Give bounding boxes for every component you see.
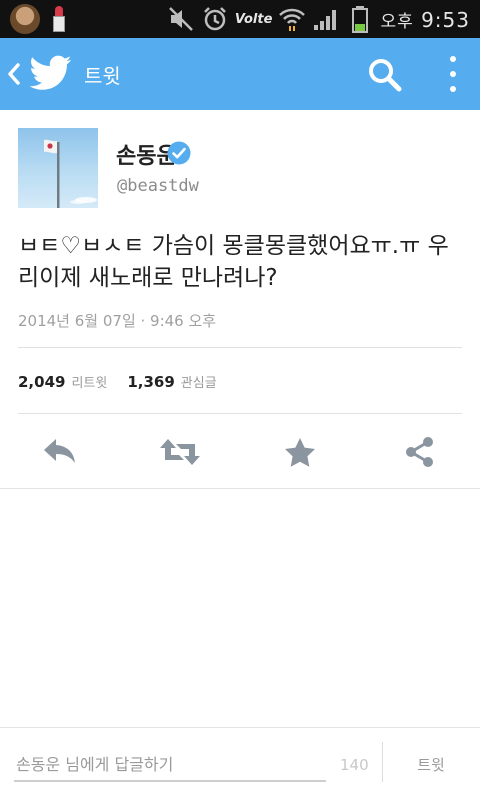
favorite-count[interactable]: 1,369 [127,373,174,391]
volte-indicator: Volte [234,11,273,27]
divider [382,742,383,782]
divider [0,488,480,489]
reply-input[interactable] [14,748,326,782]
author-avatar[interactable] [18,128,98,208]
reply-icon [44,439,75,463]
verified-badge-icon [167,141,191,165]
divider [18,413,462,414]
chevron-left-icon [8,63,20,85]
notification-avatar-icon [10,4,40,34]
battery-icon [346,5,374,33]
status-bar: Volte 오후 9:53 [0,0,480,38]
tweet-actions [0,428,480,476]
flag-photo-icon [44,139,97,208]
favorite-button[interactable] [276,428,324,476]
tweet-timestamp: 2014년 6월 07일 · 9:46 오후 [18,312,217,330]
retweet-button[interactable] [156,428,204,476]
app-bar: 트윗 [0,38,480,110]
retweet-label[interactable]: 리트윗 [71,372,107,391]
share-button[interactable] [396,428,444,476]
wifi-icon [278,5,306,33]
notification-app-icon [52,6,66,32]
favorite-label[interactable]: 관심글 [181,372,217,391]
twitter-bird-icon[interactable] [29,54,72,92]
retweet-icon [160,439,200,465]
tweet-stats: 2,049 리트윗 1,369 관심글 [18,372,231,391]
search-icon [369,59,402,92]
page-title: 트윗 [84,64,121,88]
status-time: 오후 9:53 [380,7,470,32]
mute-icon [167,5,195,33]
overflow-menu-icon [450,56,456,62]
send-tweet-button[interactable]: 트윗 [398,744,464,784]
author-handle[interactable]: @beastdw [117,176,199,196]
signal-icon [312,5,340,33]
status-clock: 9:53 [421,7,470,32]
share-icon [406,437,433,467]
divider [18,347,462,348]
search-button[interactable] [366,56,404,94]
char-count: 140 [340,756,369,774]
star-icon [285,438,315,467]
back-button[interactable] [4,56,24,92]
reply-button[interactable] [36,428,84,476]
status-ampm: 오후 [380,11,414,32]
retweet-count[interactable]: 2,049 [18,373,65,391]
tweet-text: ㅂㅌ♡ㅂㅅㅌ 가슴이 몽클몽클했어요ㅠ.ㅠ 우리이제 새노래로 만나려나? [18,233,449,291]
overflow-menu-button[interactable] [438,54,468,94]
alarm-icon [201,5,229,33]
